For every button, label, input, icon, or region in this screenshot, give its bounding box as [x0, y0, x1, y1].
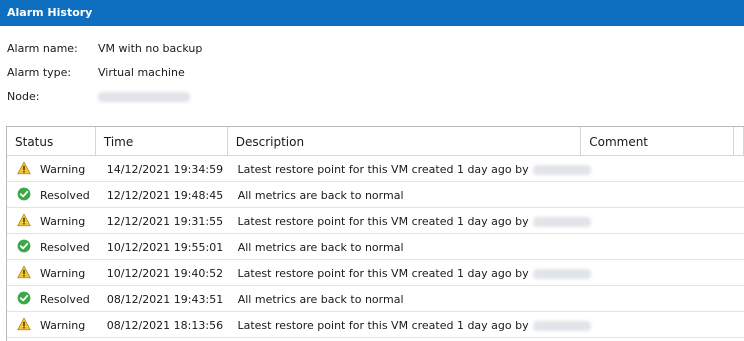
table-row[interactable]: Resolved 10/12/2021 19:55:01 All metrics a…	[7, 234, 744, 260]
node-row: Node:	[7, 90, 202, 114]
status-text: Resolved	[40, 241, 90, 254]
comment-cell[interactable]	[581, 286, 734, 311]
comment-cell[interactable]	[581, 312, 734, 337]
table-row[interactable]: Warning 10/12/2021 19:40:52 Latest restore…	[7, 260, 744, 286]
table-row[interactable]: Warning 14/12/2021 19:34:59 Latest restore…	[7, 156, 744, 182]
warning-icon	[17, 265, 31, 279]
status-text: Resolved	[40, 189, 90, 202]
alarm-name-value: VM with no backup	[98, 42, 203, 55]
filler-cell	[734, 286, 744, 311]
alarm-type-row: Alarm type: Virtual machine	[7, 66, 202, 90]
redacted-username	[532, 217, 591, 227]
alarm-details: Alarm name: VM with no backup Alarm type…	[7, 42, 202, 114]
description-cell: All metrics are back to normal	[228, 182, 582, 207]
alarm-name-row: Alarm name: VM with no backup	[7, 42, 202, 66]
time-cell: 10/12/2021 19:55:01	[106, 241, 224, 254]
filler-cell	[734, 312, 744, 337]
time-cell: 12/12/2021 19:31:55	[106, 215, 224, 228]
filler-cell	[734, 208, 744, 233]
filler-cell	[734, 234, 744, 259]
time-cell: 10/12/2021 19:40:52	[106, 267, 224, 280]
redacted-username	[532, 165, 591, 175]
time-cell: 08/12/2021 18:13:56	[106, 319, 224, 332]
description-text: All metrics are back to normal	[237, 189, 404, 202]
column-header-time[interactable]: Time	[96, 127, 228, 155]
comment-cell[interactable]	[581, 260, 734, 285]
node-value-redacted	[98, 92, 190, 102]
window-title: Alarm History	[7, 6, 93, 19]
warning-icon	[17, 161, 31, 175]
status-cell: Resolved	[7, 234, 96, 259]
status-text: Warning	[40, 215, 86, 228]
comment-cell[interactable]	[581, 208, 734, 233]
alarm-type-value: Virtual machine	[98, 66, 185, 79]
filler-cell	[734, 182, 744, 207]
status-text: Resolved	[40, 293, 90, 306]
table-row[interactable]: Resolved 12/12/2021 19:48:45 All metrics a…	[7, 182, 744, 208]
table-row[interactable]: Warning 08/12/2021 18:13:56 Latest restore…	[7, 312, 744, 338]
description-cell: Latest restore point for this VM created…	[227, 156, 591, 181]
description-cell: Latest restore point for this VM created…	[227, 260, 591, 285]
warning-icon	[17, 317, 31, 331]
time-cell: 12/12/2021 19:48:45	[106, 189, 224, 202]
status-text: Warning	[40, 163, 86, 176]
grid-body: Warning 14/12/2021 19:34:59 Latest restore…	[7, 156, 744, 338]
column-header-filler	[734, 127, 744, 155]
status-cell: Warning	[7, 312, 96, 337]
column-header-status[interactable]: Status	[7, 127, 96, 155]
status-cell: Resolved	[7, 286, 96, 311]
node-label: Node:	[7, 90, 40, 103]
alarm-name-label: Alarm name:	[7, 42, 78, 55]
status-text: Warning	[40, 267, 86, 280]
filler-cell	[734, 156, 744, 181]
comment-cell[interactable]	[581, 182, 734, 207]
description-text: Latest restore point for this VM created…	[237, 215, 529, 228]
description-text: All metrics are back to normal	[237, 241, 404, 254]
status-text: Warning	[40, 319, 86, 332]
column-header-comment[interactable]: Comment	[581, 127, 735, 155]
table-row[interactable]: Resolved 08/12/2021 19:43:51 All metrics a…	[7, 286, 744, 312]
comment-cell[interactable]	[581, 156, 734, 181]
comment-cell[interactable]	[581, 234, 734, 259]
redacted-username	[532, 269, 591, 279]
filler-cell	[734, 260, 744, 285]
time-cell: 14/12/2021 19:34:59	[106, 163, 224, 176]
table-row[interactable]: Warning 12/12/2021 19:31:55 Latest restore…	[7, 208, 744, 234]
status-cell: Warning	[7, 156, 96, 181]
description-cell: All metrics are back to normal	[228, 234, 582, 259]
alarm-history-grid[interactable]: Status Time Description Comment Warning 1…	[6, 126, 744, 341]
column-header-description[interactable]: Description	[228, 127, 582, 155]
description-cell: Latest restore point for this VM created…	[227, 312, 591, 337]
resolved-icon	[17, 187, 31, 201]
resolved-icon	[17, 291, 31, 305]
resolved-icon	[17, 239, 31, 253]
window-title-bar: Alarm History	[0, 0, 744, 26]
description-cell: Latest restore point for this VM created…	[227, 208, 591, 233]
description-text: Latest restore point for this VM created…	[237, 267, 529, 280]
warning-icon	[17, 213, 31, 227]
description-text: Latest restore point for this VM created…	[237, 163, 529, 176]
alarm-type-label: Alarm type:	[7, 66, 72, 79]
redacted-username	[532, 321, 591, 331]
description-cell: All metrics are back to normal	[228, 286, 582, 311]
status-cell: Warning	[7, 260, 96, 285]
grid-header: Status Time Description Comment	[7, 127, 744, 156]
status-cell: Resolved	[7, 182, 96, 207]
description-text: Latest restore point for this VM created…	[237, 319, 529, 332]
description-text: All metrics are back to normal	[237, 293, 404, 306]
status-cell: Warning	[7, 208, 96, 233]
time-cell: 08/12/2021 19:43:51	[106, 293, 224, 306]
